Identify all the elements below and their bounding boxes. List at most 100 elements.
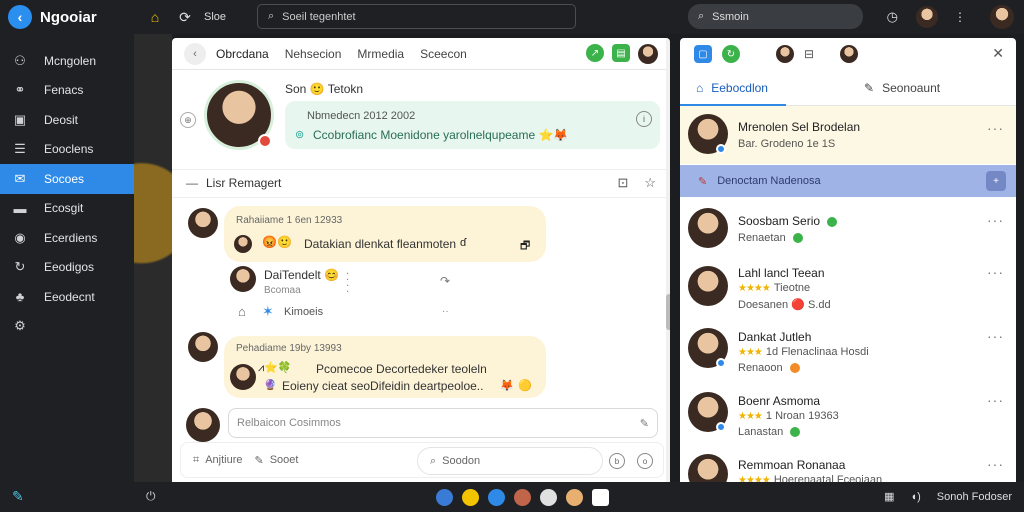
brand[interactable]: ‹ Ngooiar [0,5,134,29]
highlight-row[interactable]: ✎ Denoctam Nadenosa + [680,165,1016,197]
search-input[interactable]: ⌕ Soeil tegenhtet [257,4,576,29]
contact-card[interactable]: Dankat Jutleh ★★★ 1d Flenaclinaa Hosdi Re… [680,324,1016,386]
more-icon[interactable]: ··· [987,456,1004,472]
avatar [234,235,252,253]
pin-icon[interactable]: ⊕ [180,112,196,128]
app-icon[interactable] [566,489,583,506]
sidebar-item-8[interactable]: ♣ Eeodecnt [0,282,134,312]
avatar[interactable] [230,266,256,292]
contact-card[interactable]: Soosbam Serio Renaetan ··· [680,202,1016,260]
pen-icon[interactable]: ✎ [640,417,649,430]
more-icon[interactable]: ⋮ [954,10,966,24]
home-icon[interactable]: ⌂ [238,304,246,319]
grid-icon[interactable]: ▦ [884,490,894,503]
sidebar-item-0[interactable]: ⚇ Mcngolen [0,46,134,76]
option-icon[interactable]: o [637,453,653,469]
back-icon[interactable]: ‹ [184,42,206,65]
sidebar-item-3[interactable]: ☰ Eooclens [0,135,134,165]
attachment-icon[interactable]: ɗ [460,237,466,249]
contact-sub: Lanastan [738,426,801,438]
expand-icon[interactable]: ⊡ [617,175,628,191]
toolbar-search[interactable]: ⌕ Soodon [417,447,603,475]
contact-card[interactable]: Lahl lancl Teean ★★★★ Tieotne Doesanen 🔴 … [680,260,1016,322]
message-meta: Rahaiiame 1 6en 12933 [236,215,343,226]
avatar[interactable] [186,408,220,442]
secondary-search-input[interactable]: ⌕ Ssmoin [688,4,863,29]
toolbar-item-2[interactable]: ✎ Sooet [255,454,299,467]
status-dot [827,216,838,227]
app-logo-icon: ‹ [8,5,32,29]
avatar[interactable] [188,208,218,238]
sync-icon[interactable]: ↻ [722,45,740,63]
profile-section: ⊕ Son 🙂 Tetokn Nbmedecn 2012 2002 ⊚ Ccob… [172,70,670,170]
share-icon[interactable]: ↗ [586,44,604,62]
app-icon[interactable] [462,489,479,506]
avatar[interactable] [840,45,859,63]
profile-avatar[interactable] [204,80,274,150]
emoji-icon: 😡🙂 [262,235,292,249]
tab-right-0[interactable]: ⌂ Eebocdlon [696,81,768,95]
sidebar-item-2[interactable]: ▣ Deosit [0,105,134,135]
contact-card[interactable]: Boenr Asmoma ★★★ 1 Nroan 19363 Lanastan ·… [680,388,1016,450]
avatar[interactable] [776,45,794,63]
top-bar: ‹ Ngooiar ⌂ ⟳ Sloe ⌕ Soeil tegenhtet ⌕ S… [0,0,1024,34]
sidebar-item-5[interactable]: ▬ Ecosgit [0,194,134,224]
avatar[interactable] [188,332,218,362]
more-icon[interactable]: ··· [987,328,1004,344]
settings-item[interactable]: ⚙ [0,312,134,342]
close-icon[interactable]: ✕ [992,45,1004,62]
pin-icon[interactable]: ✎ [12,488,24,505]
star-icon[interactable]: ✶ [262,303,274,320]
bookmark-icon[interactable]: ☆ [644,175,656,191]
volume-icon[interactable]: ◖) [910,491,920,503]
avatar[interactable] [638,44,658,64]
power-icon[interactable]: ⏻ [146,489,156,504]
more-icon[interactable]: ··· [987,264,1004,280]
toolbar-item-1[interactable]: ⌗ Anjtiure [193,454,243,467]
doc-icon[interactable]: ▤ [612,44,630,62]
app-icon[interactable] [592,489,609,506]
option-icon[interactable]: b [609,453,625,469]
app-icon[interactable] [540,489,557,506]
right-scrollbar[interactable] [1016,38,1024,482]
message-thread: Rahaiiame 1 6en 12933 😡🙂 Datakian dlenka… [172,200,662,442]
tab-1[interactable]: Nehsecion [285,47,342,61]
user-icon: ◉ [14,229,26,245]
right-tabs: ⌂ Eebocdlon ✎ Seonoaunt [680,70,1016,106]
info-icon[interactable]: i [636,111,652,127]
app-icon[interactable] [514,489,531,506]
tab-0[interactable]: Obrcdana [216,47,269,61]
tab-2[interactable]: Mrmedia [357,47,404,61]
tab-3[interactable]: Sceecon [420,47,467,61]
tab-right-1[interactable]: ✎ Seonoaunt [864,81,940,95]
sidebar-item-4[interactable]: ✉ Socoes [0,164,134,194]
contact-card[interactable]: Mrenolen Sel Brodelan Bar. Grodeno 1e 1S… [680,106,1016,164]
message-composer[interactable]: Relbaicon Cosimmos ✎ [228,408,658,438]
sidebar-item-7[interactable]: ↻ Eeodigos [0,253,134,283]
taskbar-apps [436,489,609,506]
doc-icon[interactable]: ⊟ [804,47,814,61]
contact-name: Boenr Asmoma [738,394,821,408]
folder-icon: ▬ [13,200,27,216]
more-icon[interactable]: ··· [987,392,1004,408]
bottom-bar: ✎ ⏻ ▦ ◖) Sonoh Fodoser [0,482,1024,512]
collapse-icon[interactable]: — [186,176,198,190]
app-icon[interactable] [488,489,505,506]
contact-card[interactable]: Remmoan Ronanaa ★★★★ Hoerenaatal Fceoiaan… [680,452,1016,482]
contact-sub: Doesanen 🔴 S.dd [738,299,831,311]
clock-icon[interactable]: ◷ [887,9,898,25]
add-icon[interactable]: + [986,171,1006,191]
more-icon[interactable]: ··· [987,120,1004,136]
link-icon[interactable]: ↷ [440,274,450,288]
activity-icon[interactable]: ⟳ [176,9,194,26]
user-avatar[interactable] [990,5,1014,29]
top-nav-text[interactable]: Sloe [204,11,226,23]
app-icon[interactable]: ▢ [694,45,712,63]
sidebar-item-1[interactable]: ⚭ Fenacs [0,76,134,106]
app-icon[interactable] [436,489,453,506]
sidebar-item-6[interactable]: ◉ Ecerdiens [0,223,134,253]
more-icon[interactable]: ··· [987,212,1004,228]
avatar[interactable] [916,6,938,28]
home-icon[interactable]: ⌂ [146,9,164,25]
scrollbar[interactable] [666,38,670,482]
